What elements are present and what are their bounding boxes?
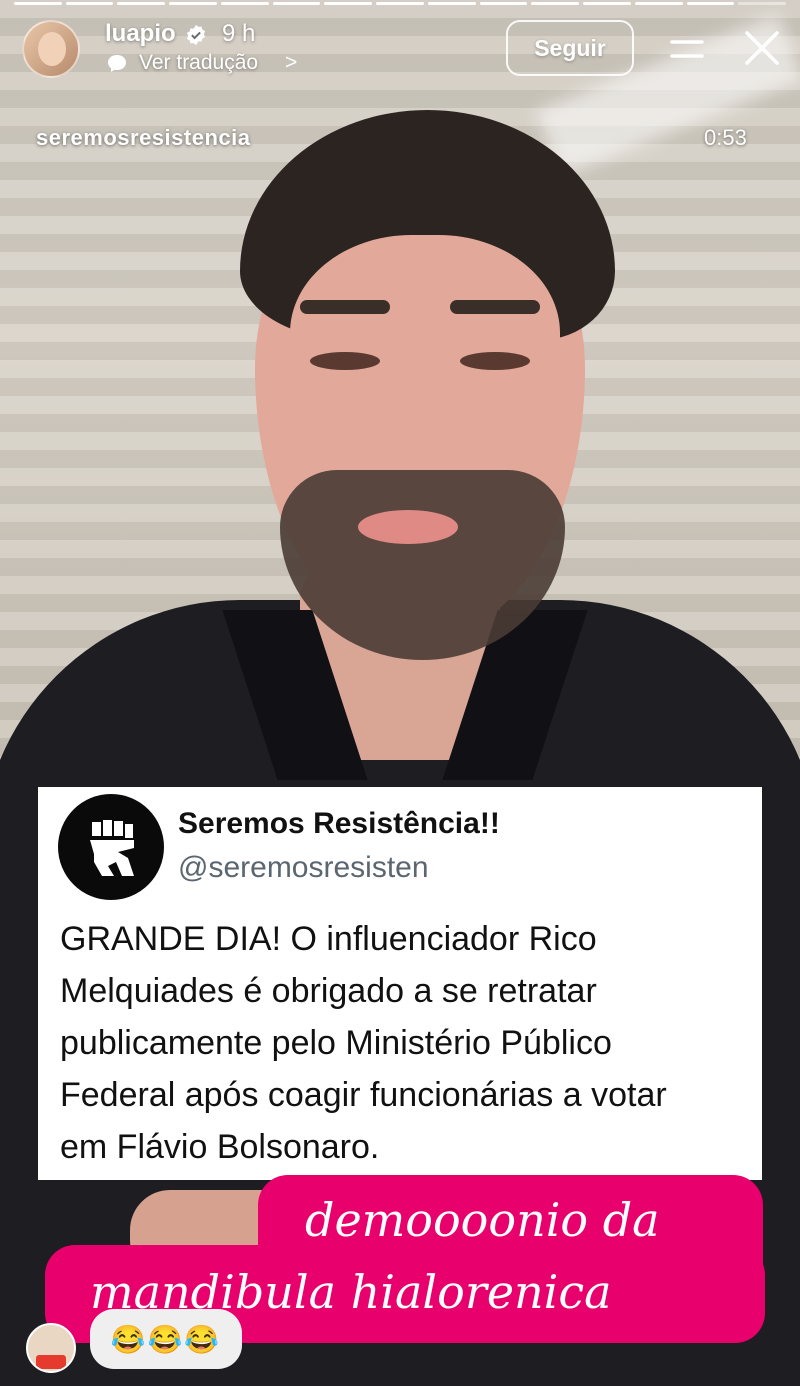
progress-segment: [169, 2, 217, 5]
see-translation-link[interactable]: Ver tradução: [139, 51, 258, 75]
progress-segment: [427, 2, 476, 5]
raised-fist-logo-icon: [58, 794, 164, 900]
profile-avatar[interactable]: [22, 20, 80, 78]
progress-segment: [531, 2, 580, 5]
tweet-text-line: em Flávio Bolsonaro.: [60, 1128, 380, 1166]
tweet-text-line: Federal após coagir funcionárias a votar: [60, 1076, 667, 1114]
translate-icon: [108, 55, 126, 72]
lips: [358, 510, 458, 544]
progress-segment: [686, 2, 735, 5]
tweet-author-name: Seremos Resistência!!: [178, 807, 500, 840]
progress-segment: [65, 2, 114, 5]
chevron-right-icon[interactable]: >: [285, 51, 297, 75]
eye-left: [310, 352, 380, 370]
eyebrow-left: [300, 300, 390, 314]
story-progress-bar: [14, 2, 787, 5]
tweet-card: Seremos Resistência!! @seremosresisten G…: [38, 787, 762, 1180]
progress-segment: [583, 2, 631, 5]
verified-badge-icon: [186, 24, 206, 46]
source-username[interactable]: seremosresistencia: [36, 125, 250, 151]
tweet-text-line: Melquiades é obrigado a se retratar: [60, 972, 597, 1010]
reaction-bubble[interactable]: 😂😂😂: [90, 1309, 242, 1369]
menu-icon[interactable]: [668, 34, 706, 64]
video-duration: 0:53: [704, 125, 747, 150]
follow-button[interactable]: Seguir: [506, 20, 634, 76]
tweet-text-line: GRANDE DIA! O influenciador Rico: [60, 920, 597, 958]
tweet-author-handle: @seremosresisten: [178, 851, 429, 884]
progress-segment: [324, 2, 373, 5]
progress-segment: [634, 2, 683, 5]
reply-avatar[interactable]: [26, 1323, 76, 1373]
progress-segment: [272, 2, 321, 5]
progress-segment: [14, 2, 62, 5]
progress-segment: [738, 2, 787, 5]
tweet-text-line: publicamente pelo Ministério Público: [60, 1024, 612, 1062]
tweet-text: GRANDE DIA! O influenciador Rico Melquia…: [60, 913, 750, 1173]
progress-segment: [376, 2, 424, 5]
username[interactable]: luapio: [105, 20, 176, 48]
story-screen[interactable]: luapio 9 h Ver tradução > Seguir seremos…: [0, 0, 800, 1386]
close-icon[interactable]: [742, 28, 782, 68]
progress-segment: [117, 2, 166, 5]
text-sticker-line1: demoooonio da: [305, 1193, 660, 1247]
eye-right: [460, 352, 530, 370]
eyebrow-right: [450, 300, 540, 314]
progress-segment: [220, 2, 269, 5]
time-ago: 9 h: [222, 20, 256, 47]
progress-segment: [479, 2, 528, 5]
